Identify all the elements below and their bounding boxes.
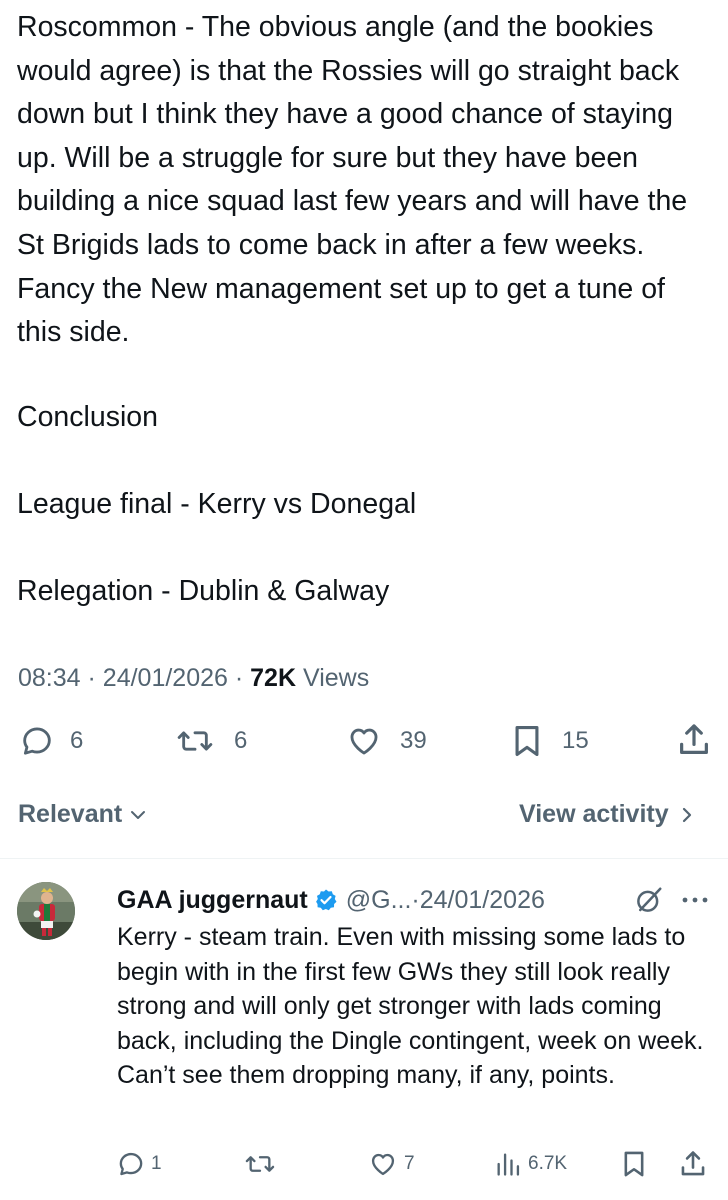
share-icon (680, 724, 708, 754)
post-date[interactable]: 24/01/2026 (103, 664, 228, 692)
reply-reply-button[interactable]: 1 (117, 1150, 162, 1178)
post-paragraph-3: League final - Kerry vs Donegal (17, 488, 417, 520)
sort-label: Relevant (18, 800, 123, 828)
analytics-icon (497, 1153, 520, 1176)
reply-header: GAA juggernaut @G... · 24/01/2026 (117, 882, 545, 918)
reply-author-name[interactable]: GAA juggernaut (117, 882, 308, 918)
heart-icon (371, 1153, 395, 1176)
more-options-button[interactable] (680, 890, 710, 915)
post-time[interactable]: 08:34 (18, 664, 81, 692)
like-count: 39 (400, 727, 427, 754)
bookmark-count: 15 (562, 727, 589, 754)
post-paragraph-2: Conclusion (17, 401, 158, 433)
bookmark-icon (515, 725, 539, 757)
separator-dot: · (87, 664, 103, 692)
reply-like-count: 7 (404, 1153, 415, 1174)
grok-icon (637, 887, 662, 912)
reply-date[interactable]: 24/01/2026 (420, 882, 545, 918)
views-count: 72K (250, 664, 297, 692)
view-activity-label: View activity (519, 800, 669, 828)
heart-icon (350, 728, 378, 755)
repost-count: 6 (234, 727, 248, 754)
share-button[interactable] (678, 722, 710, 758)
reply-views-button[interactable]: 6.7K (494, 1150, 567, 1178)
post-paragraph-4: Relegation - Dublin & Galway (17, 575, 390, 607)
view-activity-link[interactable]: View activity (519, 800, 697, 829)
repost-icon (245, 1156, 275, 1172)
divider (0, 858, 728, 859)
reply-views-count: 6.7K (528, 1153, 568, 1174)
reply-bookmark-button[interactable] (622, 1150, 646, 1178)
grok-button[interactable] (634, 885, 664, 920)
separator-dot: · (234, 664, 251, 692)
post-metadata: 08:34 · 24/01/2026 · 72K Views (18, 660, 369, 696)
reply-icon (119, 1152, 143, 1176)
reply-repost-button[interactable] (244, 1150, 276, 1178)
reply-author-handle[interactable]: @G... (346, 882, 412, 918)
avatar[interactable] (17, 882, 75, 940)
reply-count: 6 (70, 727, 84, 754)
bookmark-button[interactable]: 15 (512, 724, 589, 758)
bookmark-icon (624, 1151, 644, 1177)
like-button[interactable]: 39 (346, 724, 427, 758)
reply-reply-count: 1 (151, 1153, 162, 1174)
share-icon (681, 1151, 705, 1176)
repost-button[interactable]: 6 (176, 724, 247, 758)
sort-dropdown[interactable]: Relevant (18, 800, 148, 829)
separator-dot: · (411, 886, 420, 914)
avatar-image (17, 882, 75, 940)
verified-badge-icon (315, 889, 337, 911)
reply-button[interactable]: 6 (20, 724, 83, 758)
chevron-down-icon (131, 810, 146, 819)
chevron-right-icon (682, 807, 691, 822)
reply-like-button[interactable]: 7 (368, 1150, 415, 1178)
more-icon (682, 897, 708, 903)
reply-text: Kerry - steam train. Even with missing s… (117, 923, 704, 1089)
views-label: Views (302, 664, 370, 692)
reply-icon (23, 727, 51, 755)
post-paragraph-1: Roscommon - The obvious angle (and the b… (17, 11, 688, 349)
reply-share-button[interactable] (680, 1149, 706, 1179)
repost-icon (177, 731, 213, 751)
